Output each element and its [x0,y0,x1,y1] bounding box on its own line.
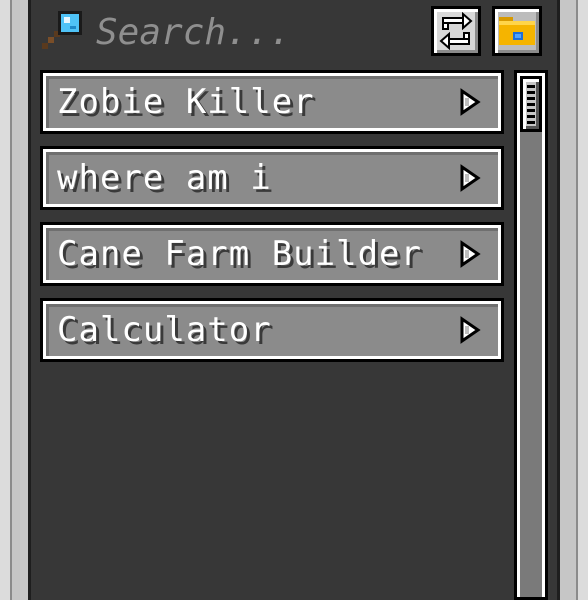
right-frame-border [576,0,588,600]
run-arrow-icon [460,88,481,116]
open-folder-button[interactable] [492,6,542,56]
run-arrow-icon [460,316,481,344]
run-arrow-icon [460,240,481,268]
search-bar [40,4,410,60]
script-label: Zobie Killer [57,82,315,122]
thumb-grip-line [527,97,535,100]
folder-icon [499,17,535,45]
script-label: Calculator [57,310,272,350]
script-list-scrollbar[interactable] [514,70,548,600]
script-item-cane-farm-builder[interactable]: Cane Farm Builder [40,222,504,286]
refresh-button[interactable] [431,6,481,56]
thumb-grip-line [527,109,535,112]
script-item-where-am-i[interactable]: where am i [40,146,504,210]
refresh-icon [439,12,473,50]
script-item-calculator[interactable]: Calculator [40,298,504,362]
left-frame-border [0,0,12,600]
thumb-grip-line [527,91,535,94]
script-list: Zobie Killer where am i Cane Farm Builde… [40,70,504,374]
run-arrow-icon [460,164,481,192]
search-input[interactable] [96,11,396,53]
thumb-grip-line [527,115,535,118]
script-label: where am i [57,158,272,198]
thumb-grip-line [527,85,535,88]
script-item-zobie-killer[interactable]: Zobie Killer [40,70,504,134]
thumb-grip-line [527,121,535,124]
script-label: Cane Farm Builder [57,234,422,274]
thumb-grip-line [527,103,535,106]
scrollbar-thumb[interactable] [520,76,542,132]
magnifier-icon [40,9,86,55]
script-browser-panel: Zobie Killer where am i Cane Farm Builde… [28,0,560,600]
